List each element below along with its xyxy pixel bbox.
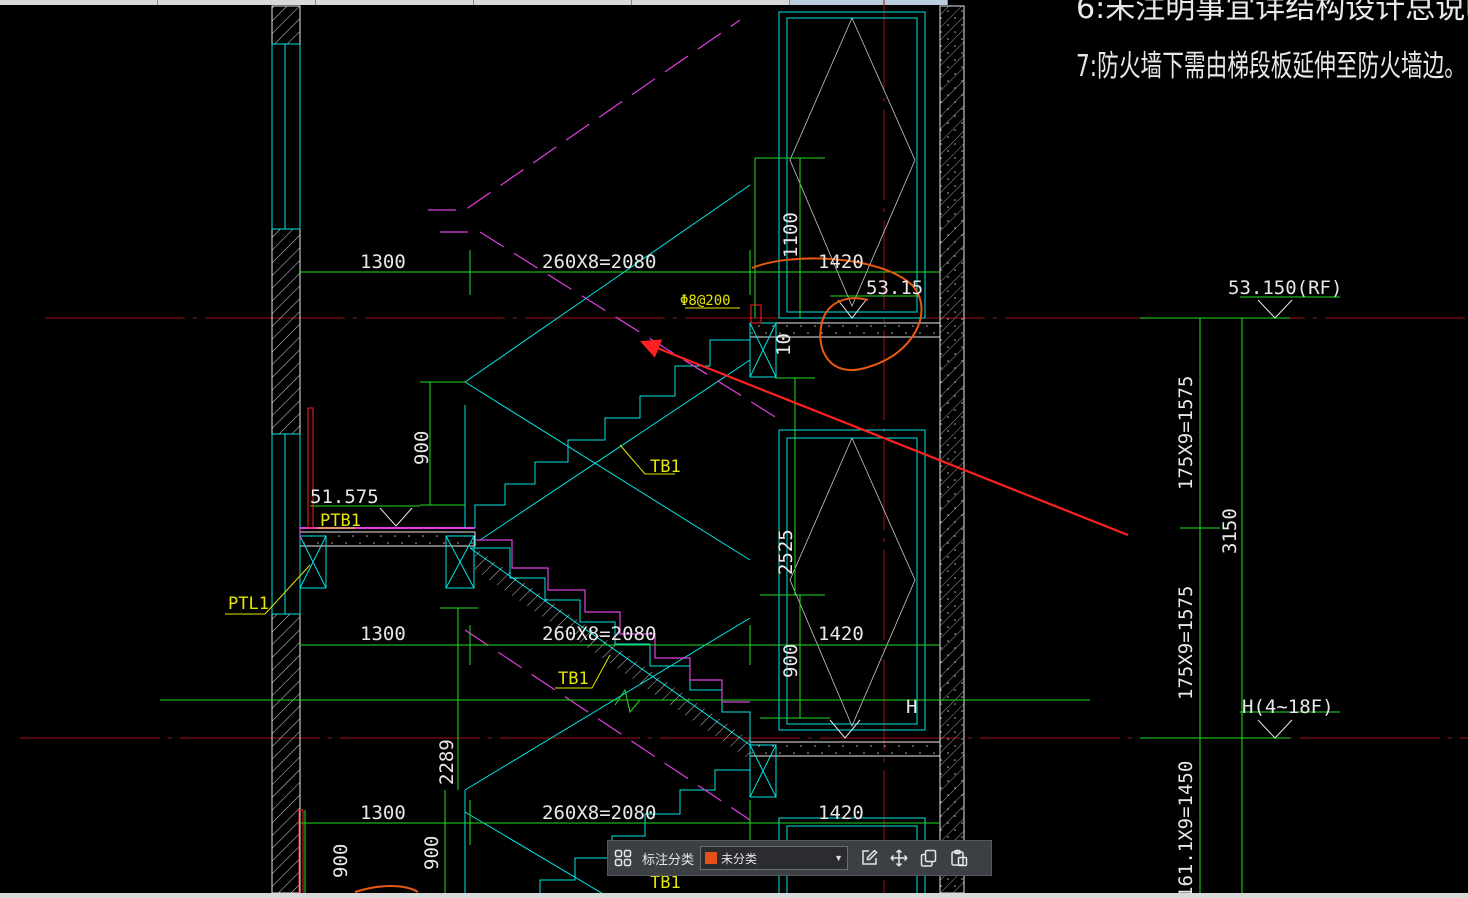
dim-10: 10 — [773, 333, 795, 356]
annotation-toolbar: 标注分类 未分类 ▼ — [607, 840, 992, 876]
label-tb1-upper: TB1 — [650, 457, 681, 477]
dim-1420-low: 1420 — [818, 802, 864, 824]
markup-arrow — [640, 339, 1129, 537]
dim-2080-mid: 260X8=2080 — [542, 623, 656, 645]
dim-1300-top: 1300 — [360, 251, 406, 273]
chevron-down-icon: ▼ — [834, 853, 844, 863]
markup-circle — [354, 257, 923, 893]
level-53-15: 53.15 — [866, 277, 923, 299]
grid-icon — [614, 849, 632, 867]
slabs — [299, 322, 941, 757]
dim-900-b: 900 — [780, 644, 802, 678]
note-line-7: 7:防火墙下需由梯段板延伸至防火墙边。 — [1076, 49, 1466, 84]
label-tb1-low: TB1 — [650, 873, 681, 893]
level-h: H — [906, 696, 917, 718]
category-color-swatch — [705, 852, 718, 864]
dim-1450: 161.1X9=1450 — [1175, 761, 1197, 898]
category-label: 标注分类 — [642, 851, 695, 867]
grid-view-button[interactable] — [608, 843, 638, 873]
dim-2525: 2525 — [775, 529, 797, 575]
clipboard-icon — [951, 849, 968, 867]
level-lines — [20, 0, 1468, 898]
windows — [778, 11, 926, 898]
dim-3150: 3150 — [1219, 508, 1241, 554]
dim-1420-mid: 1420 — [818, 623, 864, 645]
category-selected-value: 未分类 — [721, 851, 758, 866]
dim-2289: 2289 — [436, 739, 458, 785]
break-symbol — [614, 688, 641, 714]
level-51-575: 51.575 — [310, 486, 379, 508]
dim-900-a: 900 — [411, 431, 433, 465]
dim-1575-upper: 175X9=1575 — [1175, 376, 1197, 490]
right-wall — [939, 5, 965, 894]
dim-2080-top: 260X8=2080 — [542, 251, 656, 273]
level-h-floors: H(4~18F) — [1242, 696, 1334, 718]
level-rf: 53.150(RF) — [1228, 277, 1342, 299]
move-icon — [890, 849, 908, 867]
edit-icon — [862, 849, 878, 865]
dim-900-c: 900 — [330, 844, 352, 878]
move-button[interactable] — [884, 843, 914, 873]
status-bar — [0, 893, 1468, 898]
label-rebar: Φ8@200 — [680, 293, 731, 309]
dim-2080-low: 260X8=2080 — [542, 802, 656, 824]
leaders — [225, 307, 740, 689]
dim-1300-low: 1300 — [360, 802, 406, 824]
category-select[interactable]: 未分类 ▼ — [700, 846, 849, 870]
dim-900-d: 900 — [421, 836, 443, 870]
dim-1300-mid: 1300 — [360, 623, 406, 645]
dim-1575-lower: 175X9=1575 — [1175, 586, 1197, 700]
dim-1420-top: 1420 — [818, 251, 864, 273]
label-tb1-mid: TB1 — [558, 669, 589, 689]
copy-icon — [920, 849, 937, 867]
paste-button[interactable] — [944, 843, 974, 873]
cad-drawing-canvas[interactable]: 6:未注明事宜详结构设计总说明。 7:防火墙下需由梯段板延伸至防火墙边。 130… — [0, 0, 1468, 898]
label-ptb1: PTB1 — [320, 511, 361, 531]
label-ptl1: PTL1 — [228, 594, 269, 614]
edit-button[interactable] — [854, 843, 884, 873]
copy-button[interactable] — [914, 843, 944, 873]
note-line-6: 6:未注明事宜详结构设计总说明。 — [1076, 0, 1468, 26]
dim-1100: 1100 — [780, 212, 802, 258]
left-wall — [271, 5, 301, 894]
